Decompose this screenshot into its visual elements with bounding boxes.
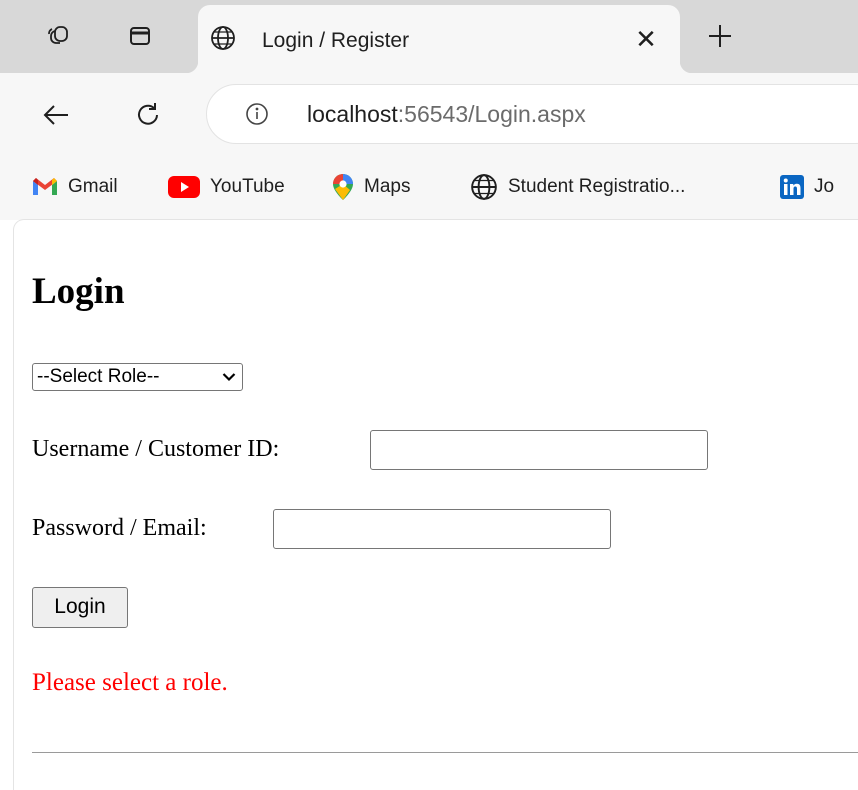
address-bar[interactable]: localhost:56543/Login.aspx bbox=[206, 84, 858, 144]
bookmark-label: Gmail bbox=[68, 176, 118, 197]
browser-toolbar: localhost:56543/Login.aspx bbox=[0, 73, 858, 156]
globe-icon bbox=[211, 26, 235, 50]
url-text[interactable]: localhost:56543/Login.aspx bbox=[307, 101, 586, 128]
bookmark-label: Jo bbox=[814, 176, 835, 197]
username-input[interactable] bbox=[370, 430, 708, 470]
bookmark-maps[interactable]: Maps bbox=[332, 172, 410, 202]
divider bbox=[32, 752, 858, 753]
role-select[interactable]: --Select Role-- bbox=[32, 363, 243, 391]
bookmark-youtube[interactable]: YouTube bbox=[168, 172, 285, 202]
tab-actions-icon[interactable] bbox=[124, 20, 156, 52]
chevron-down-icon bbox=[222, 373, 236, 382]
url-path: :56543/Login.aspx bbox=[397, 101, 586, 127]
gmail-icon bbox=[33, 178, 57, 195]
youtube-icon bbox=[168, 176, 200, 198]
bookmark-label: Student Registratio... bbox=[508, 176, 686, 197]
username-label: Username / Customer ID: bbox=[32, 436, 280, 462]
new-tab-button[interactable] bbox=[700, 18, 740, 54]
password-input[interactable] bbox=[273, 509, 611, 549]
tab-login-register[interactable]: Login / Register ✕ bbox=[186, 5, 692, 73]
bookmark-student-registration[interactable]: Student Registratio... bbox=[470, 172, 685, 202]
workspaces-icon[interactable] bbox=[42, 20, 74, 52]
back-button[interactable] bbox=[34, 93, 78, 137]
info-icon[interactable] bbox=[245, 102, 269, 126]
bookmark-label: YouTube bbox=[210, 176, 285, 197]
refresh-icon bbox=[138, 103, 158, 125]
bookmark-linkedin-jobs[interactable]: Jo bbox=[780, 172, 834, 202]
password-label: Password / Email: bbox=[32, 515, 207, 541]
page-viewport: Login --Select Role-- Username / Custome… bbox=[14, 220, 858, 790]
tab-close-button[interactable]: ✕ bbox=[630, 23, 662, 55]
bookmark-gmail[interactable]: Gmail bbox=[32, 172, 118, 202]
error-message: Please select a role. bbox=[32, 669, 228, 696]
refresh-button[interactable] bbox=[126, 93, 170, 137]
plus-icon bbox=[709, 25, 731, 47]
tab-strip: Login / Register ✕ bbox=[0, 0, 858, 73]
maps-icon bbox=[333, 174, 353, 200]
login-button[interactable]: Login bbox=[32, 587, 128, 628]
globe-icon bbox=[471, 174, 497, 200]
role-select-value: --Select Role-- bbox=[37, 366, 160, 387]
tab-title: Login / Register bbox=[262, 29, 410, 52]
url-host: localhost bbox=[307, 101, 398, 127]
back-arrow-icon bbox=[43, 105, 68, 125]
bookmark-label: Maps bbox=[364, 176, 411, 197]
page-title: Login bbox=[32, 271, 125, 312]
bookmarks-bar: Gmail YouTube Maps Student Registratio..… bbox=[0, 156, 858, 220]
linkedin-icon bbox=[780, 175, 804, 199]
